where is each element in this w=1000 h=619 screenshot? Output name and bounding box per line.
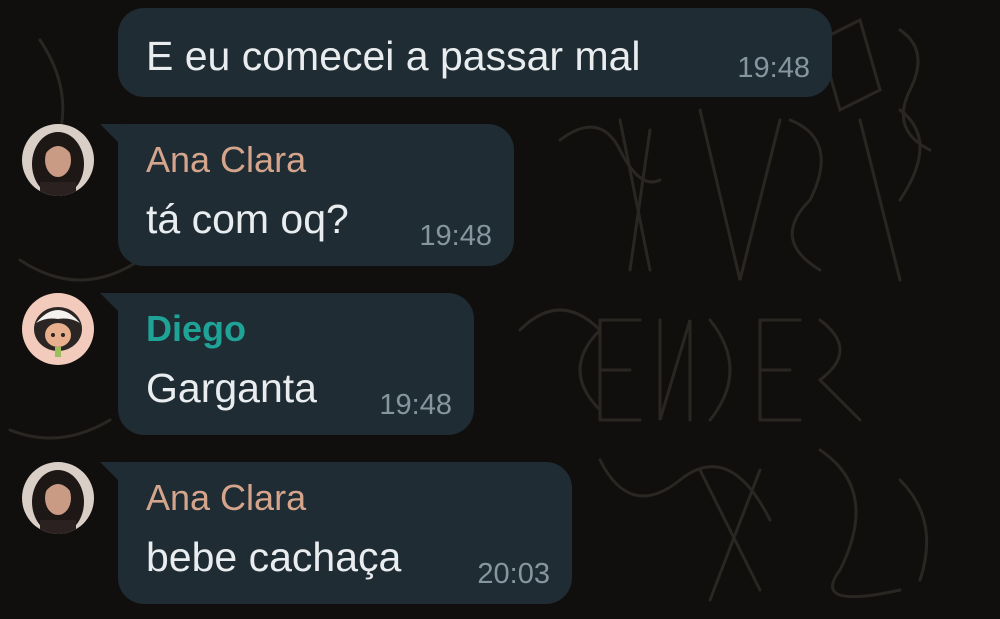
message-text: tá com oq?	[146, 196, 349, 242]
message-timestamp: 19:48	[379, 389, 452, 421]
message-timestamp: 20:03	[477, 558, 550, 590]
message-text: E eu comecei a passar mal	[146, 33, 641, 79]
message-bubble[interactable]: Diego Garganta 19:48	[100, 293, 474, 435]
message-bubble[interactable]: Ana Clara tá com oq? 19:48	[100, 124, 514, 266]
user-photo-icon	[22, 462, 94, 534]
bubble-tail	[100, 124, 120, 144]
user-photo-icon	[22, 124, 94, 196]
message-timestamp: 19:48	[419, 220, 492, 252]
contact-avatar[interactable]	[22, 124, 94, 196]
message-timestamp: 19:48	[737, 52, 810, 84]
sender-name: Ana Clara	[146, 139, 307, 180]
contact-avatar[interactable]	[22, 462, 94, 534]
message-bubble[interactable]: Ana Clara bebe cachaça 20:03	[100, 462, 572, 604]
bubble-tail	[100, 293, 120, 313]
contact-avatar[interactable]	[22, 293, 94, 365]
message-text: bebe cachaça	[146, 534, 402, 580]
message-text: Garganta	[146, 365, 317, 411]
cartoon-avatar-icon	[22, 293, 94, 365]
sender-name: Ana Clara	[146, 477, 307, 518]
sender-name: Diego	[146, 308, 247, 349]
bubble-tail	[100, 462, 120, 482]
message-bubble[interactable]: E eu comecei a passar mal 19:48	[118, 8, 832, 97]
